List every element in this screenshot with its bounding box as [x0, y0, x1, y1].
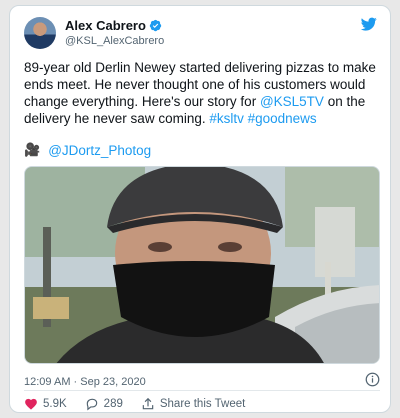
tweet-meta: 12:09 AM · Sep 23, 2020 — [24, 372, 380, 388]
share-button[interactable]: Share this Tweet — [141, 397, 245, 411]
reply-bubble-icon — [86, 398, 97, 411]
author-handle[interactable]: @KSL_AlexCabrero — [65, 35, 164, 47]
video-thumbnail[interactable] — [24, 166, 380, 364]
credit-mention-link[interactable]: @JDortz_Photog — [48, 143, 151, 158]
hashtag-link[interactable]: #ksltv — [209, 111, 244, 126]
avatar[interactable] — [24, 17, 56, 49]
action-bar: 5.9K 289 Share this Tweet — [24, 397, 263, 411]
reply-count: 289 — [103, 398, 123, 410]
info-icon[interactable] — [365, 372, 380, 387]
tweet-text: 89-year old Derlin Newey started deliver… — [24, 59, 382, 127]
timestamp[interactable]: 12:09 AM · Sep 23, 2020 — [24, 376, 146, 388]
like-button[interactable]: 5.9K — [24, 397, 67, 411]
hashtag-link[interactable]: #goodnews — [248, 111, 317, 126]
author-name[interactable]: Alex Cabrero — [65, 18, 146, 33]
verified-badge-icon — [149, 19, 162, 32]
divider — [24, 390, 380, 391]
author-row: Alex Cabrero — [65, 18, 162, 33]
twitter-bird-icon[interactable] — [360, 16, 378, 32]
tweet-card: Alex Cabrero @KSL_AlexCabrero 89-year ol… — [9, 5, 391, 413]
photo-credit: 🎥 @JDortz_Photog — [24, 142, 151, 158]
reply-button[interactable]: 289 — [85, 397, 123, 411]
movie-camera-icon: 🎥 — [24, 142, 41, 157]
heart-icon — [25, 398, 37, 410]
like-count: 5.9K — [43, 398, 67, 410]
share-icon — [142, 397, 154, 410]
share-label: Share this Tweet — [159, 398, 246, 410]
mention-link[interactable]: @KSL5TV — [260, 94, 324, 109]
video-frame — [25, 167, 379, 363]
